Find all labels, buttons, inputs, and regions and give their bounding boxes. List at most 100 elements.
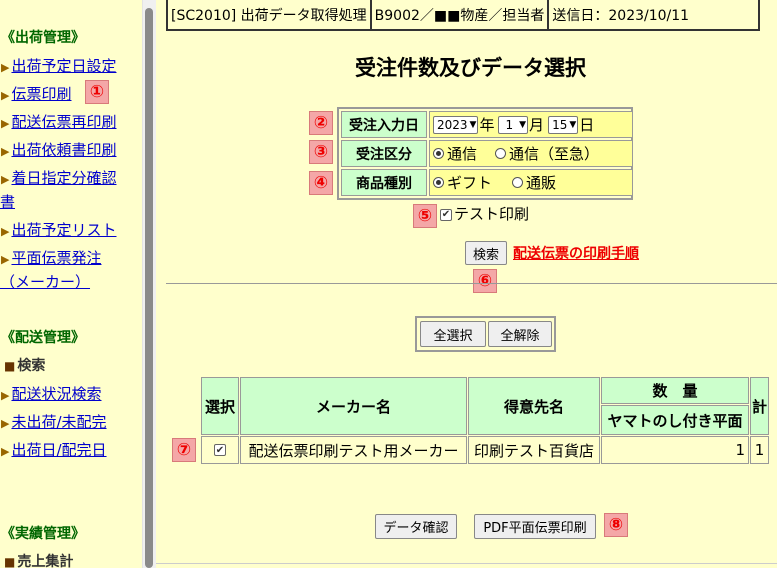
year-unit: 年	[479, 116, 495, 134]
triangle-icon: ▶	[1, 253, 10, 266]
triangle-icon: ▶	[1, 89, 10, 102]
order-type-radio-normal[interactable]	[433, 148, 444, 159]
order-type-value: 通信 通信（至急）	[429, 140, 633, 167]
annotation-badge-3: ③	[309, 140, 333, 164]
month-select[interactable]: 1 ▼	[498, 115, 529, 134]
column-header-select: 選択	[201, 377, 239, 435]
column-header-yamato: ヤマトのし付き平面	[601, 405, 749, 435]
header-bar: [SC2010] 出荷データ取得処理 B9002／■■物産／担当者 送信日：20…	[166, 0, 760, 31]
annotation-badge-6: ⑥	[473, 269, 497, 293]
annotation-badge-8: ⑧	[604, 513, 628, 537]
sidebar-link-label[interactable]: 出荷日/配完日	[11, 441, 106, 459]
row-yamato-quantity: 1	[601, 436, 749, 464]
screen-id: [SC2010] 出荷データ取得処理	[168, 0, 372, 29]
row-select-cell: ✔	[201, 436, 239, 464]
sidebar-item-shipping-date[interactable]: ▶ 出荷予定日設定	[1, 55, 116, 76]
sidebar-link-continuation[interactable]: 書	[0, 191, 15, 212]
sidebar-link-label[interactable]: 配送伝票再印刷	[11, 113, 116, 131]
square-bullet-icon: ■	[4, 359, 16, 373]
triangle-icon: ▶	[1, 145, 10, 158]
sidebar: 《出荷管理》 ▶ 出荷予定日設定 ▶ 伝票印刷 ▶ 配送伝票再印刷 ▶ 出荷依頼書印刷 …	[0, 0, 142, 568]
triangle-icon: ▶	[1, 173, 10, 186]
column-header-total: 計	[750, 377, 769, 435]
order-type-option-label: 通信	[447, 145, 478, 163]
column-header-maker: メーカー名	[240, 377, 467, 435]
chevron-down-icon: ▼	[569, 119, 577, 130]
row-select-checkbox[interactable]: ✔	[214, 444, 226, 456]
sent-date: 送信日：2023/10/11	[552, 8, 690, 24]
sidebar-item-delivery-status[interactable]: ▶ 配送状況検索	[1, 383, 101, 404]
select-all-button[interactable]: 全選択	[420, 321, 486, 347]
deselect-all-button[interactable]: 全解除	[488, 321, 552, 347]
sidebar-item-flat-slip-order[interactable]: ▶ 平面伝票発注	[1, 247, 101, 268]
test-print-checkbox[interactable]: ✔	[440, 208, 452, 221]
selection-button-group: 全選択 全解除	[415, 316, 556, 352]
triangle-icon: ▶	[1, 225, 10, 238]
product-type-radio-gift[interactable]	[433, 177, 444, 188]
sidebar-item-request-print[interactable]: ▶ 出荷依頼書印刷	[1, 139, 116, 160]
row-maker: 配送伝票印刷テスト用メーカー	[240, 436, 467, 464]
delivery-section-title: 《配送管理》	[1, 330, 85, 346]
order-type-radio-urgent[interactable]	[495, 148, 507, 159]
day-unit: 日	[579, 116, 595, 134]
sidebar-link-label[interactable]: 着日指定分確認	[11, 169, 116, 187]
sidebar-link-label[interactable]: 出荷予定日設定	[11, 57, 116, 75]
divider	[166, 283, 777, 284]
day-select[interactable]: 15 ▼	[548, 115, 579, 134]
square-bullet-icon: ■	[4, 555, 16, 568]
test-print-option: ✔ テスト印刷	[440, 203, 529, 224]
month-unit: 月	[529, 116, 545, 134]
order-type-option-label: 通信（至急）	[509, 145, 600, 163]
triangle-icon: ▶	[1, 445, 10, 458]
sidebar-link-label[interactable]: 平面伝票発注	[11, 249, 101, 267]
triangle-icon: ▶	[1, 417, 10, 430]
sidebar-scrollbar-thumb[interactable]	[145, 8, 153, 568]
chevron-down-icon: ▼	[519, 119, 527, 130]
annotation-badge-4: ④	[309, 171, 333, 195]
print-procedure-link[interactable]: 配送伝票の印刷手順	[513, 243, 639, 263]
order-form: 受注入力日 2023 ▼ 年 1 ▼ 月 15 ▼ 日 受注区分 通信 通信（至急） …	[337, 107, 633, 200]
search-button[interactable]: 検索	[465, 241, 507, 265]
company-info: B9002／■■物産／担当者	[372, 0, 550, 29]
annotation-badge-5: ⑤	[413, 204, 437, 228]
column-header-quantity: 数 量	[601, 377, 749, 404]
chevron-down-icon: ▼	[469, 119, 477, 130]
row-customer: 印刷テスト百貨店	[468, 436, 600, 464]
column-header-customer: 得意先名	[468, 377, 600, 435]
page-title: 受注件数及びデータ選択	[355, 56, 586, 80]
sidebar-item-ship-delivery-date[interactable]: ▶ 出荷日/配完日	[1, 439, 107, 460]
annotation-badge-2: ②	[309, 111, 333, 135]
row-total: 1	[750, 436, 769, 464]
triangle-icon: ▶	[1, 61, 10, 74]
triangle-icon: ▶	[1, 117, 10, 130]
product-type-option-label: 通販	[526, 174, 557, 192]
sidebar-item-arrival-date-check[interactable]: ▶ 着日指定分確認	[1, 167, 116, 188]
triangle-icon: ▶	[1, 389, 10, 402]
sidebar-link-label[interactable]: 出荷依頼書印刷	[11, 141, 116, 159]
product-type-radio-mailorder[interactable]	[512, 177, 524, 188]
sidebar-current-search: ■ 検索	[4, 358, 46, 374]
sidebar-current-sales-summary: ■ 売上集計	[4, 554, 74, 568]
product-type-label: 商品種別	[341, 169, 427, 196]
product-type-option-label: ギフト	[447, 174, 493, 192]
sidebar-link-label[interactable]: 配送状況検索	[11, 385, 101, 403]
order-date-label: 受注入力日	[341, 111, 427, 138]
sidebar-link-label[interactable]: 未出荷/未配完	[11, 413, 106, 431]
bottom-edge	[156, 563, 777, 568]
sidebar-item-slip-print[interactable]: ▶ 伝票印刷	[1, 83, 71, 104]
sidebar-item-unshipped[interactable]: ▶ 未出荷/未配完	[1, 411, 107, 432]
results-section-title: 《実績管理》	[1, 526, 85, 542]
pdf-print-button[interactable]: PDF平面伝票印刷	[474, 514, 596, 539]
year-select[interactable]: 2023 ▼	[433, 115, 479, 134]
sidebar-item-delivery-reprint[interactable]: ▶ 配送伝票再印刷	[1, 111, 116, 132]
test-print-label: テスト印刷	[454, 205, 530, 223]
sidebar-item-shipping-plan-list[interactable]: ▶ 出荷予定リスト	[1, 219, 116, 240]
annotation-badge-1: ①	[85, 80, 109, 104]
data-check-button[interactable]: データ確認	[375, 514, 457, 539]
sidebar-link-continuation[interactable]: （メーカー）	[0, 271, 90, 292]
product-type-value: ギフト 通販	[429, 169, 633, 196]
sidebar-link-label[interactable]: 伝票印刷	[11, 85, 71, 103]
order-date-value: 2023 ▼ 年 1 ▼ 月 15 ▼ 日	[429, 111, 633, 138]
sidebar-link-label[interactable]: 出荷予定リスト	[11, 221, 116, 239]
order-type-label: 受注区分	[341, 140, 427, 167]
